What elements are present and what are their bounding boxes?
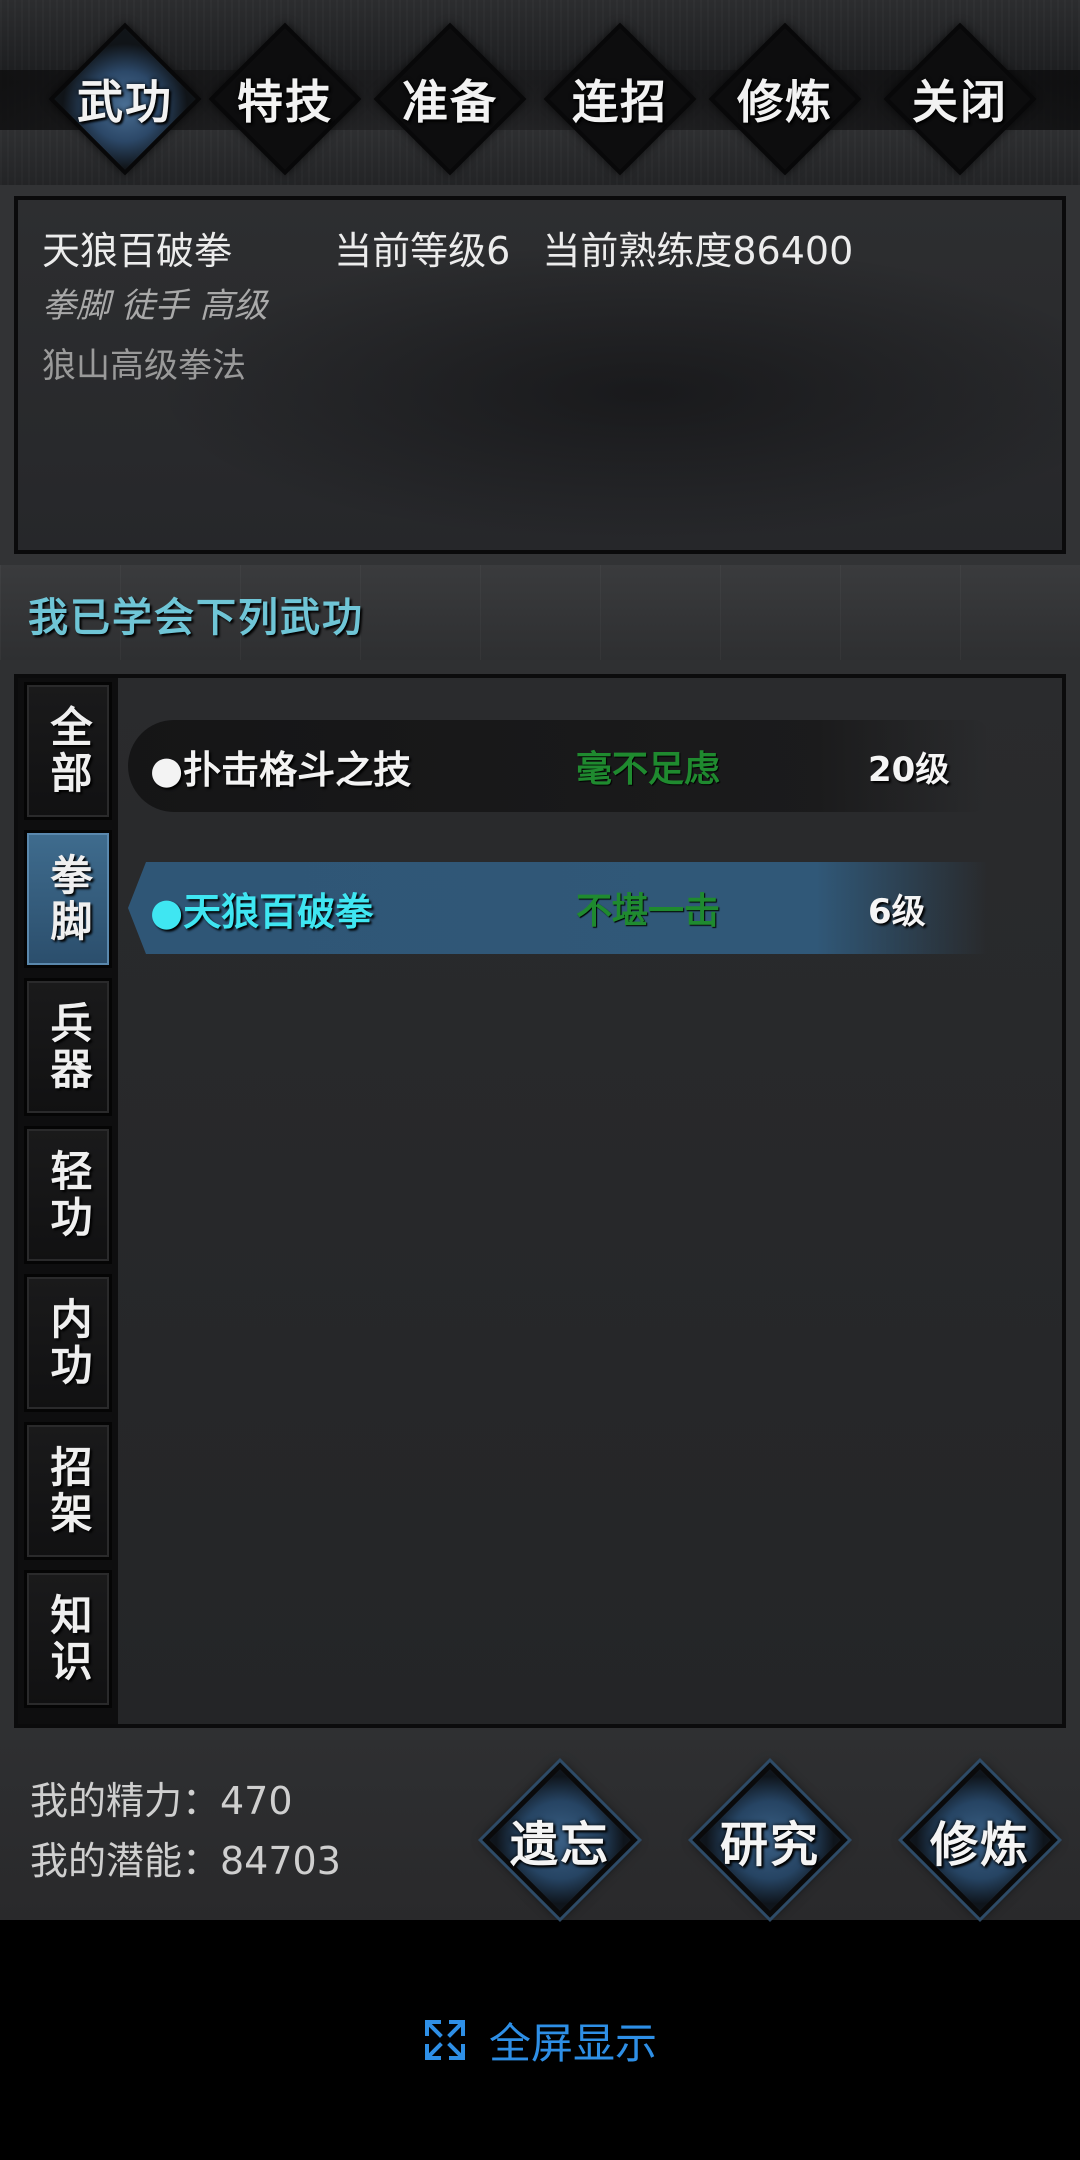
tab-cultivate[interactable]: 修炼 <box>700 14 870 184</box>
skill-name: ●扑击格斗之技 <box>150 746 412 792</box>
button-label: 遗忘 <box>509 1817 610 1873</box>
category-label: 知识 <box>44 1593 93 1685</box>
info-current-proficiency: 当前熟练度86400 <box>542 229 854 273</box>
skill-level: 20级 <box>868 749 950 790</box>
category-fist-kick[interactable]: 拳脚 <box>24 830 112 968</box>
tab-label: 修炼 <box>737 75 833 129</box>
research-button[interactable]: 研究 <box>680 1750 860 1930</box>
expand-icon <box>424 2020 465 2060</box>
forget-button[interactable]: 遗忘 <box>470 1750 650 1930</box>
category-lightness[interactable]: 轻功 <box>24 1126 112 1264</box>
category-internal[interactable]: 内功 <box>24 1274 112 1412</box>
section-title: 我已学会下列武功 <box>28 594 364 641</box>
info-skill-tags: 拳脚 徒手 高级 <box>42 286 268 326</box>
button-label: 研究 <box>719 1817 820 1873</box>
skill-row-selected[interactable]: ●天狼百破拳 不堪一击 6级 <box>128 862 988 954</box>
tab-label: 特技 <box>237 75 333 129</box>
tab-label: 武功 <box>77 75 173 129</box>
category-parry[interactable]: 招架 <box>24 1422 112 1560</box>
section-header: 我已学会下列武功 <box>0 565 1080 660</box>
tab-combo[interactable]: 连招 <box>535 14 705 184</box>
tab-label: 关闭 <box>912 75 1008 129</box>
cultivate-button[interactable]: 修炼 <box>890 1750 1070 1930</box>
tab-close[interactable]: 关闭 <box>875 14 1045 184</box>
skill-info-header: 天狼百破拳 当前等级6 当前熟练度86400 <box>42 220 853 275</box>
info-skill-description: 狼山高级拳法 <box>42 346 246 386</box>
fullscreen-label: 全屏显示 <box>488 2018 657 2068</box>
app-root: 武功 特技 准备 连招 修炼 关闭 天狼百破拳 当前等级6 当前熟练度86400 <box>0 0 1080 2160</box>
energy-stat: 我的精力：470 <box>30 1779 293 1823</box>
tab-label: 准备 <box>402 75 498 129</box>
category-label: 内功 <box>44 1297 93 1389</box>
skill-row[interactable]: ●扑击格斗之技 毫不足虑 20级 <box>128 720 988 812</box>
category-label: 全部 <box>44 705 93 797</box>
tab-special-skills[interactable]: 特技 <box>200 14 370 184</box>
category-label: 拳脚 <box>44 853 93 945</box>
skill-info-panel: 天狼百破拳 当前等级6 当前熟练度86400 拳脚 徒手 高级 狼山高级拳法 <box>14 196 1066 554</box>
category-all[interactable]: 全部 <box>24 682 112 820</box>
category-weapons[interactable]: 兵器 <box>24 978 112 1116</box>
button-label: 修炼 <box>929 1817 1030 1873</box>
category-knowledge[interactable]: 知识 <box>24 1570 112 1708</box>
bottom-bar: 我的精力：470 我的潜能：84703 遗忘 研究 修炼 <box>0 1740 1080 1920</box>
category-label: 兵器 <box>44 1001 93 1093</box>
category-label: 轻功 <box>44 1149 93 1241</box>
top-tab-bar: 武功 特技 准备 连招 修炼 关闭 <box>0 0 1080 185</box>
skill-list-panel: 全部 拳脚 兵器 轻功 内功 招架 知识 ●扑击格斗之技 毫不足虑 20级 ●天… <box>14 674 1066 1728</box>
skill-list-area: 全部 拳脚 兵器 轻功 内功 招架 知识 ●扑击格斗之技 毫不足虑 20级 ●天… <box>0 660 1080 1740</box>
tab-prepare[interactable]: 准备 <box>365 14 535 184</box>
skill-level: 6级 <box>868 891 926 932</box>
skill-name: ●天狼百破拳 <box>150 888 374 934</box>
skill-rank: 不堪一击 <box>576 890 721 932</box>
tab-label: 连招 <box>572 75 668 129</box>
category-column: 全部 拳脚 兵器 轻功 内功 招架 知识 <box>18 678 118 1724</box>
potential-stat: 我的潜能：84703 <box>30 1839 341 1883</box>
skill-rank: 毫不足虑 <box>576 748 721 790</box>
info-skill-name: 天狼百破拳 <box>42 229 233 273</box>
category-label: 招架 <box>44 1445 93 1537</box>
fullscreen-button[interactable]: 全屏显示 <box>0 2000 1080 2080</box>
info-current-level: 当前等级6 <box>334 229 511 273</box>
tab-martial-arts[interactable]: 武功 <box>40 14 210 184</box>
